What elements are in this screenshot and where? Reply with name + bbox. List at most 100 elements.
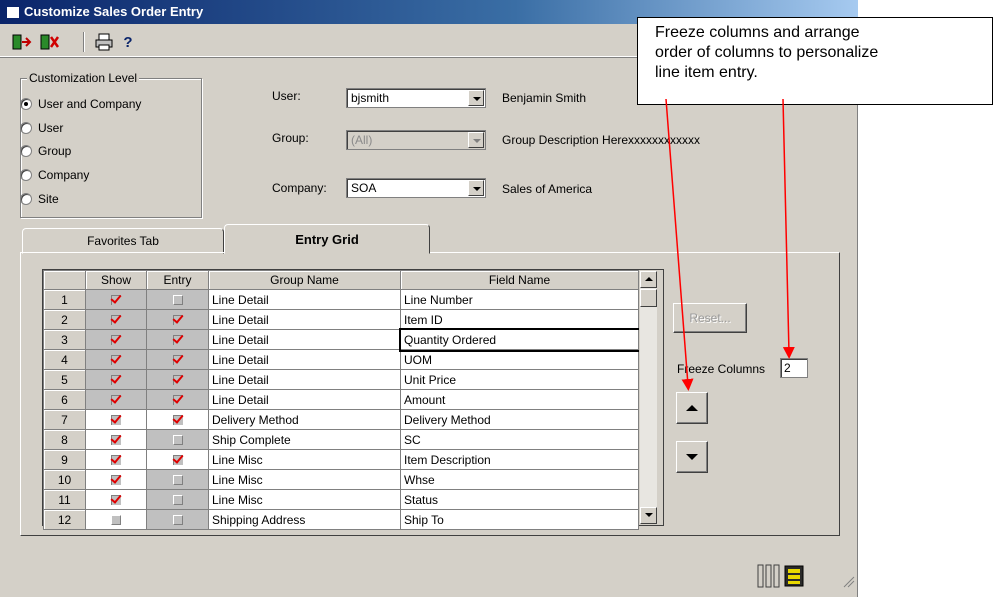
show-cell[interactable] [85,429,147,450]
tab-entry-grid[interactable]: Entry Grid [224,224,430,254]
row-number[interactable]: 4 [43,349,86,370]
chevron-down-icon[interactable] [468,180,484,196]
show-cell[interactable] [85,469,147,490]
field-name-cell[interactable]: Status [400,489,639,510]
entry-checkbox-unchecked[interactable] [172,515,183,526]
row-number[interactable]: 5 [43,369,86,390]
table-row[interactable]: 9 Line Misc Item Description [43,449,639,470]
column-header-field-name[interactable]: Field Name [400,270,639,290]
field-name-cell[interactable]: Unit Price [400,369,639,390]
group-name-cell[interactable]: Line Misc [208,469,401,490]
entry-cell[interactable] [146,349,209,370]
radio-button[interactable] [20,145,32,157]
entry-cell[interactable] [146,389,209,410]
field-name-cell[interactable]: UOM [400,349,639,370]
entry-checkbox-checked[interactable] [172,375,183,386]
show-checkbox-checked[interactable] [111,295,121,306]
column-header-group-name[interactable]: Group Name [208,270,401,290]
radio-button[interactable] [20,193,32,205]
table-row[interactable]: 3 Line Detail Quantity Ordered [43,327,641,352]
field-name-cell[interactable]: Whse [400,469,639,490]
save-exit-icon[interactable] [10,31,34,53]
show-checkbox-checked[interactable] [111,415,121,426]
table-row[interactable]: 6 Line Detail Amount [43,389,639,410]
table-row[interactable]: 1 Line Detail Line Number [43,289,639,310]
radio-button[interactable] [20,169,32,181]
scroll-up-icon[interactable] [640,271,657,288]
user-combo[interactable]: bjsmith [346,88,486,108]
column-header-show[interactable]: Show [85,270,147,290]
group-name-cell[interactable]: Line Detail [208,309,401,330]
show-checkbox-unchecked[interactable] [111,515,121,526]
entry-cell[interactable] [146,309,209,330]
radio-group[interactable]: Group [20,144,71,158]
column-header-entry[interactable]: Entry [146,270,209,290]
show-checkbox-checked[interactable] [111,435,121,446]
row-number[interactable]: 7 [43,409,86,430]
group-name-cell[interactable]: Line Detail [208,329,401,350]
entry-checkbox-checked[interactable] [172,335,183,346]
entry-checkbox-unchecked[interactable] [172,495,183,506]
chevron-down-icon[interactable] [468,132,484,148]
reset-button[interactable]: Reset... [673,303,747,333]
show-cell[interactable] [85,409,147,430]
entry-checkbox-unchecked[interactable] [172,435,183,446]
show-cell[interactable] [85,329,147,350]
show-checkbox-checked[interactable] [111,315,121,326]
company-combo[interactable]: SOA [346,178,486,198]
radio-company[interactable]: Company [20,168,89,182]
group-name-cell[interactable]: Line Misc [208,449,401,470]
show-checkbox-checked[interactable] [111,335,121,346]
field-name-cell[interactable]: Ship To [400,509,639,530]
scroll-down-icon[interactable] [640,507,657,524]
entry-cell[interactable] [146,489,209,510]
row-number[interactable]: 8 [43,429,86,450]
entry-cell[interactable] [146,449,209,470]
entry-checkbox-checked[interactable] [172,315,183,326]
group-name-cell[interactable]: Delivery Method [208,409,401,430]
entry-cell[interactable] [146,469,209,490]
group-name-cell[interactable]: Shipping Address [208,509,401,530]
field-name-cell[interactable]: Amount [400,389,639,410]
field-name-cell[interactable]: Quantity Ordered [398,327,641,352]
table-row[interactable]: 2 Line Detail Item ID [43,309,639,330]
show-cell[interactable] [85,509,147,530]
entry-checkbox-checked[interactable] [172,355,183,366]
exit-icon[interactable] [38,31,62,53]
show-checkbox-checked[interactable] [111,395,121,406]
entry-cell[interactable] [146,429,209,450]
entry-cell[interactable] [146,289,209,310]
help-icon[interactable]: ? [120,31,136,53]
entry-checkbox-unchecked[interactable] [172,295,183,306]
field-name-cell[interactable]: Delivery Method [400,409,639,430]
vertical-scrollbar[interactable] [639,271,657,524]
entry-cell[interactable] [146,409,209,430]
show-cell[interactable] [85,349,147,370]
show-cell[interactable] [85,369,147,390]
field-name-cell[interactable]: Line Number [400,289,639,310]
row-number[interactable]: 2 [43,309,86,330]
field-name-cell[interactable]: SC [400,429,639,450]
group-name-cell[interactable]: Line Detail [208,369,401,390]
row-number[interactable]: 10 [43,469,86,490]
radio-user[interactable]: User [20,121,63,135]
row-number[interactable]: 11 [43,489,86,510]
group-name-cell[interactable]: Line Detail [208,389,401,410]
group-combo[interactable]: (All) [346,130,486,150]
show-cell[interactable] [85,389,147,410]
table-row[interactable]: 4 Line Detail UOM [43,349,639,370]
table-row[interactable]: 11 Line Misc Status [43,489,639,510]
radio-button[interactable] [20,98,32,110]
entry-checkbox-checked[interactable] [172,415,183,426]
move-up-button[interactable] [676,392,708,424]
show-checkbox-checked[interactable] [111,495,121,506]
group-name-cell[interactable]: Line Detail [208,349,401,370]
tab-favorites[interactable]: Favorites Tab [22,228,224,254]
table-row[interactable]: 12 Shipping Address Ship To [43,509,639,530]
entry-cell[interactable] [146,369,209,390]
row-number[interactable]: 3 [43,329,86,350]
entry-checkbox-unchecked[interactable] [172,475,183,486]
radio-button[interactable] [20,122,32,134]
show-cell[interactable] [85,309,147,330]
entry-cell[interactable] [146,509,209,530]
